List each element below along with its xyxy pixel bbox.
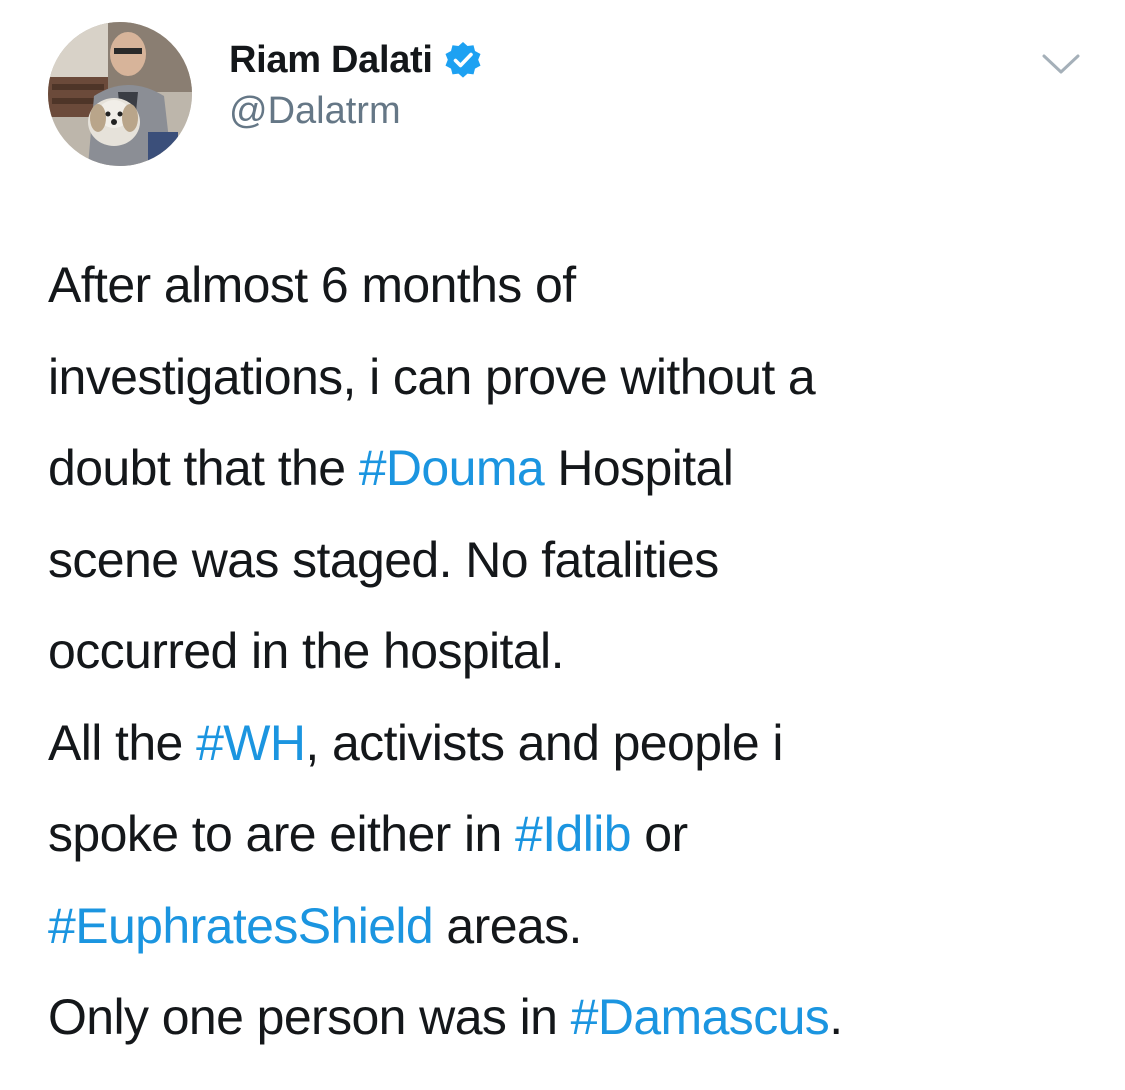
tweet-text-segment: or xyxy=(630,806,688,862)
tweet-text-line: doubt that the #Douma Hospital xyxy=(48,423,1098,515)
tweet-header: Riam Dalati @Dalatrm xyxy=(229,34,483,133)
name-row: Riam Dalati xyxy=(229,34,483,86)
tweet-card: Riam Dalati @Dalatrm After almost 6 mont… xyxy=(0,0,1125,1090)
tweet-text-line: After almost 6 months of xyxy=(48,240,1098,332)
hashtag-link[interactable]: #Douma xyxy=(359,440,545,496)
tweet-text-line: #EuphratesShield areas. xyxy=(48,881,1098,973)
tweet-text-line: investigations, i can prove without a xyxy=(48,332,1098,424)
hashtag-link[interactable]: #WH xyxy=(196,715,306,771)
hashtag-link[interactable]: #EuphratesShield xyxy=(48,898,434,954)
tweet-text-line: occurred in the hospital. xyxy=(48,606,1098,698)
tweet-text-segment: , activists and people i xyxy=(305,714,783,771)
tweet-text-segment: areas. xyxy=(433,897,582,954)
tweet-text-segment: All the xyxy=(48,714,197,771)
hashtag-link[interactable]: #Idlib xyxy=(515,806,632,862)
tweet-text-line: Only one person was in #Damascus. xyxy=(48,972,1098,1064)
chevron-down-icon[interactable] xyxy=(1040,48,1082,78)
tweet-text-line: scene was staged. No fatalities xyxy=(48,515,1098,607)
tweet-text-segment: Only one person was in xyxy=(48,989,571,1045)
avatar-photo xyxy=(48,22,192,166)
tweet-text-line: All the #WH, activists and people i xyxy=(48,698,1098,790)
tweet-text-segment: occurred in the hospital. xyxy=(48,623,564,679)
tweet-text-segment: . xyxy=(829,989,843,1045)
tweet-text: After almost 6 months of investigations, … xyxy=(48,240,1098,1064)
verified-badge-icon xyxy=(443,40,483,80)
tweet-text-line: spoke to are either in #Idlib or xyxy=(48,789,1098,881)
avatar[interactable] xyxy=(48,22,192,166)
hashtag-link[interactable]: #Damascus xyxy=(571,989,830,1045)
tweet-text-segment: spoke to are either in xyxy=(48,806,516,862)
tweet-text-segment: scene was staged. No fatalities xyxy=(48,531,719,588)
tweet-text-segment: After almost 6 months of xyxy=(48,257,576,313)
user-handle[interactable]: @Dalatrm xyxy=(229,90,483,133)
display-name[interactable]: Riam Dalati xyxy=(229,39,433,82)
tweet-text-segment: Hospital xyxy=(544,440,734,496)
tweet-text-segment: investigations, i can prove without a xyxy=(48,348,816,405)
tweet-text-segment: doubt that the xyxy=(48,440,359,496)
